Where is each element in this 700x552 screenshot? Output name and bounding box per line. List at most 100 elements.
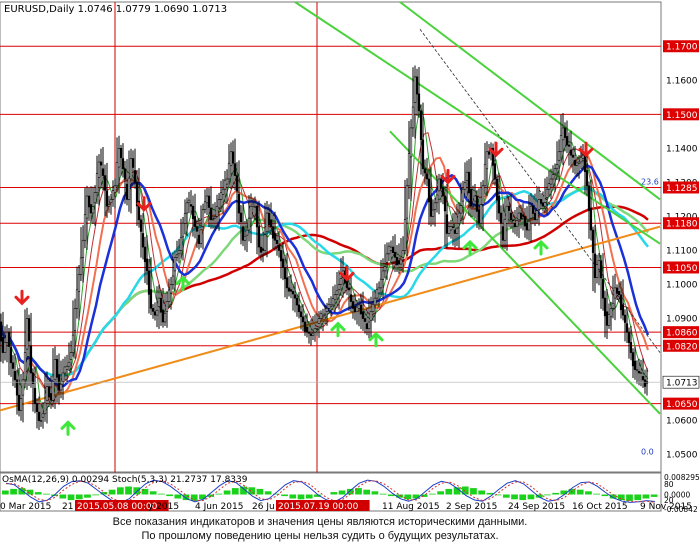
candle-body bbox=[169, 284, 173, 294]
osma-bar bbox=[576, 489, 584, 495]
candle-body bbox=[205, 195, 209, 204]
candle-body bbox=[521, 214, 525, 217]
candle-body bbox=[231, 151, 235, 164]
candle-body bbox=[89, 204, 93, 214]
candle-body bbox=[615, 287, 619, 294]
candle-body bbox=[481, 185, 485, 205]
osma-bar bbox=[593, 493, 601, 495]
candle-body bbox=[119, 148, 123, 158]
candle-body bbox=[279, 250, 283, 262]
candle-body bbox=[437, 178, 441, 192]
candle-body bbox=[297, 304, 301, 313]
candle-body bbox=[153, 311, 157, 316]
candle-body bbox=[509, 212, 513, 221]
candle-body bbox=[325, 308, 329, 313]
candle-body bbox=[333, 294, 337, 301]
candle-body bbox=[405, 185, 409, 219]
candle-body bbox=[583, 154, 587, 173]
candle-body bbox=[173, 256, 177, 272]
candle-body bbox=[1, 336, 5, 353]
candle-body bbox=[439, 178, 443, 189]
candle-body bbox=[539, 199, 543, 204]
level-label-1: 1.1500 bbox=[666, 111, 698, 121]
candle-body bbox=[537, 199, 541, 210]
candle-body bbox=[447, 226, 451, 234]
candle-body bbox=[535, 210, 539, 221]
x-label-11: 9 Nov 2015 bbox=[640, 502, 692, 512]
candle-body bbox=[467, 171, 471, 194]
osma-bar bbox=[108, 489, 116, 495]
candle-body bbox=[33, 388, 37, 404]
candle-body bbox=[493, 163, 497, 180]
candle-body bbox=[571, 154, 575, 158]
candle-body bbox=[389, 246, 393, 251]
osma-bar bbox=[223, 490, 231, 495]
candle-body bbox=[7, 331, 11, 347]
candle-body bbox=[417, 93, 421, 112]
osma-bar bbox=[371, 491, 379, 495]
candle-body bbox=[291, 291, 295, 295]
candle-body bbox=[335, 290, 339, 296]
candle-body bbox=[423, 168, 427, 174]
candle-body bbox=[225, 178, 229, 185]
candle-body bbox=[197, 234, 201, 244]
candle-body bbox=[531, 205, 535, 214]
candle-body bbox=[403, 219, 407, 251]
candle-body bbox=[65, 365, 69, 370]
candle-body bbox=[155, 309, 159, 316]
candle-body bbox=[421, 139, 425, 170]
candle-body bbox=[265, 212, 269, 233]
candle-body bbox=[379, 278, 383, 289]
candle-body bbox=[411, 106, 415, 129]
candle-body bbox=[227, 163, 231, 180]
candle-body bbox=[457, 212, 461, 224]
candle-body bbox=[281, 258, 285, 268]
candle-body bbox=[105, 190, 109, 207]
candle-body bbox=[315, 328, 319, 330]
candle-body bbox=[485, 151, 489, 170]
candle-body bbox=[201, 209, 205, 227]
candle-body bbox=[337, 284, 341, 290]
x-label-5: 26 Ju bbox=[252, 502, 275, 512]
candle-body bbox=[391, 246, 395, 253]
osma-bar bbox=[338, 490, 346, 495]
candle-body bbox=[503, 218, 507, 241]
candle-body bbox=[73, 308, 77, 331]
candle-body bbox=[549, 178, 553, 185]
candle-body bbox=[67, 361, 71, 367]
osma-bar bbox=[264, 491, 272, 495]
osma-bar bbox=[544, 494, 551, 496]
candle-body bbox=[175, 254, 179, 258]
osma-bar bbox=[166, 494, 173, 497]
osma-bar bbox=[626, 494, 633, 501]
candle-body bbox=[451, 226, 455, 228]
candle-body bbox=[109, 199, 113, 204]
candle-body bbox=[139, 219, 143, 232]
candle-body bbox=[207, 195, 211, 208]
candle-body bbox=[277, 245, 281, 251]
osma-bar bbox=[10, 488, 17, 495]
candle-body bbox=[229, 151, 233, 166]
current-price-label: 1.0713 bbox=[666, 379, 698, 389]
candle-body bbox=[641, 376, 645, 381]
x-label-6: 2015.07.19 00:00 bbox=[278, 502, 359, 512]
candle-body bbox=[445, 214, 449, 234]
y-tick-0: 1.1600 bbox=[666, 76, 698, 86]
candle-body bbox=[37, 411, 41, 421]
candle-body bbox=[113, 185, 117, 193]
candle-body bbox=[13, 370, 17, 381]
fib-label-0: 23.6 bbox=[641, 178, 659, 187]
osma-bar bbox=[289, 494, 297, 499]
osma-bar bbox=[650, 494, 658, 497]
candle-body bbox=[0, 321, 3, 342]
candle-body bbox=[71, 334, 75, 353]
osma-bar bbox=[59, 494, 67, 499]
candle-body bbox=[349, 294, 353, 302]
candle-body bbox=[609, 308, 613, 318]
candle-body bbox=[245, 229, 249, 236]
candle-body bbox=[427, 178, 431, 203]
candle-body bbox=[585, 170, 589, 187]
candle-body bbox=[425, 173, 429, 180]
candle-body bbox=[375, 289, 379, 299]
candle-body bbox=[449, 226, 453, 231]
